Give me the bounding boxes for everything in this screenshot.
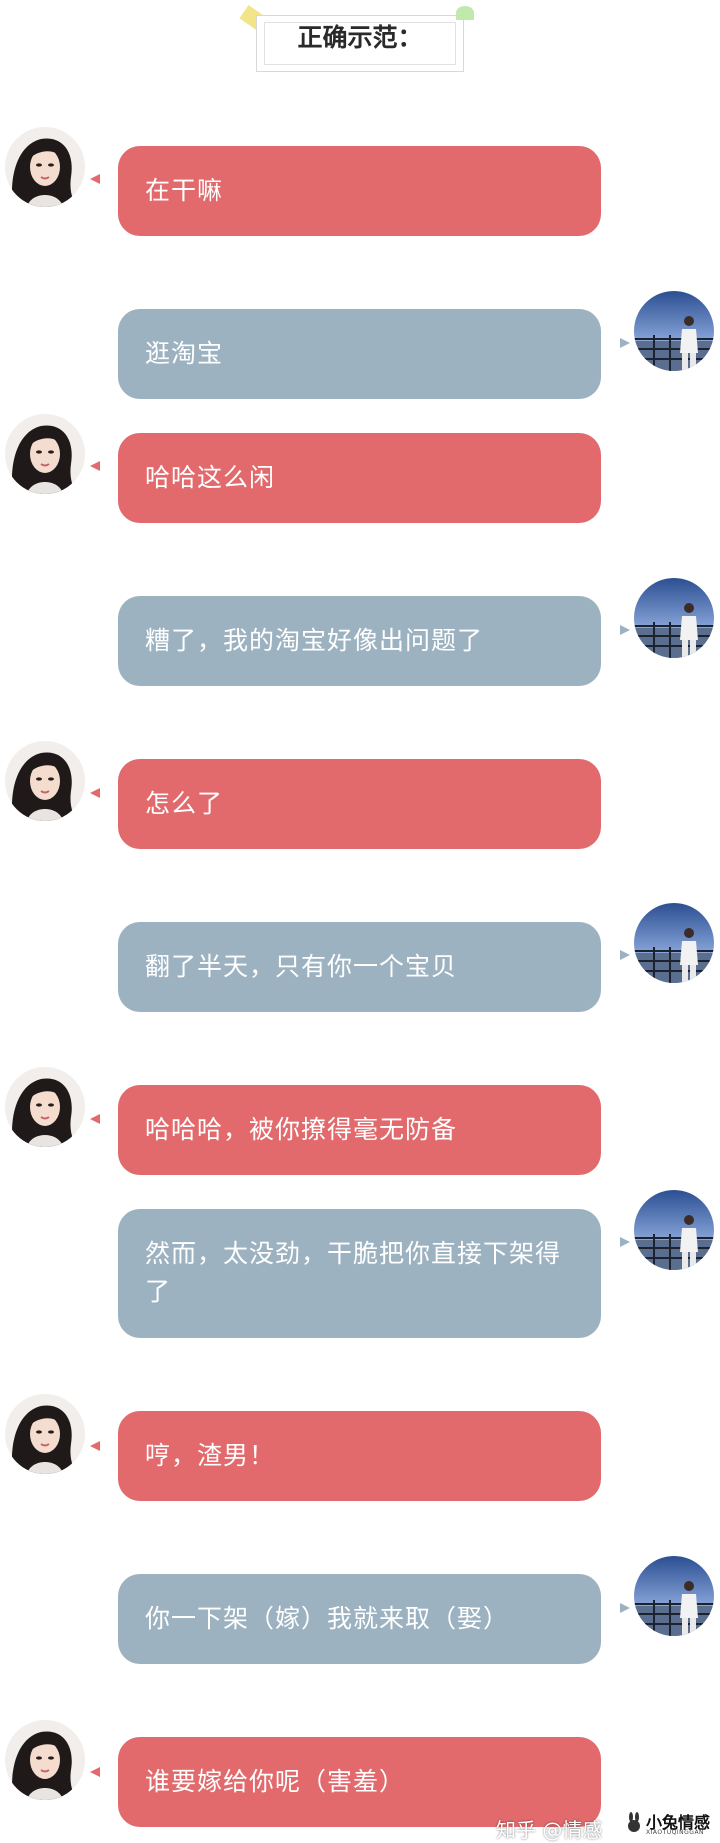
girl-avatar-icon xyxy=(5,127,85,207)
message-bubble-him: 翻了半天，只有你一个宝贝 xyxy=(118,922,601,1012)
bubble-pointer-icon xyxy=(90,174,100,184)
bubble-pointer-icon xyxy=(620,1603,630,1613)
brand-subtitle: XIAOTUQINGGAN xyxy=(646,1829,705,1836)
message-bubble-him: 你一下架（嫁）我就来取（娶） xyxy=(118,1574,601,1664)
man-avatar-icon xyxy=(634,1190,714,1270)
message-bubble-her: 哈哈这么闲 xyxy=(118,433,601,523)
bubble-pointer-icon xyxy=(620,950,630,960)
girl-avatar-icon xyxy=(5,1394,85,1474)
bubble-pointer-icon xyxy=(620,625,630,635)
page-title: 正确示范： xyxy=(297,23,423,52)
message-bubble-him: 然而，太没劲，干脆把你直接下架得了 xyxy=(118,1209,601,1338)
bubble-pointer-icon xyxy=(90,1114,100,1124)
title-card: 正确示范： xyxy=(239,5,474,72)
message-bubble-him: 逛淘宝 xyxy=(118,309,601,399)
message-bubble-her: 哈哈哈，被你撩得毫无防备 xyxy=(118,1085,601,1175)
bubble-pointer-icon xyxy=(620,338,630,348)
man-avatar-icon xyxy=(634,291,714,371)
message-bubble-him: 糟了，我的淘宝好像出问题了 xyxy=(118,596,601,686)
girl-avatar-icon xyxy=(5,741,85,821)
girl-avatar-icon xyxy=(5,414,85,494)
bubble-pointer-icon xyxy=(90,788,100,798)
bubble-pointer-icon xyxy=(90,1441,100,1451)
brand-watermark: 小兔情感 XIAOTUQINGGAN xyxy=(622,1806,720,1840)
watermark-text: 知乎 @情感 xyxy=(496,1818,603,1842)
girl-avatar-icon xyxy=(5,1067,85,1147)
message-bubble-her: 在干嘛 xyxy=(118,146,601,236)
rabbit-icon xyxy=(628,1812,640,1832)
man-avatar-icon xyxy=(634,578,714,658)
bubble-pointer-icon xyxy=(90,461,100,471)
man-avatar-icon xyxy=(634,903,714,983)
message-bubble-her: 哼，渣男！ xyxy=(118,1411,601,1501)
man-avatar-icon xyxy=(634,1556,714,1636)
bubble-pointer-icon xyxy=(620,1237,630,1247)
message-bubble-her: 怎么了 xyxy=(118,759,601,849)
bubble-pointer-icon xyxy=(90,1767,100,1777)
girl-avatar-icon xyxy=(5,1720,85,1800)
